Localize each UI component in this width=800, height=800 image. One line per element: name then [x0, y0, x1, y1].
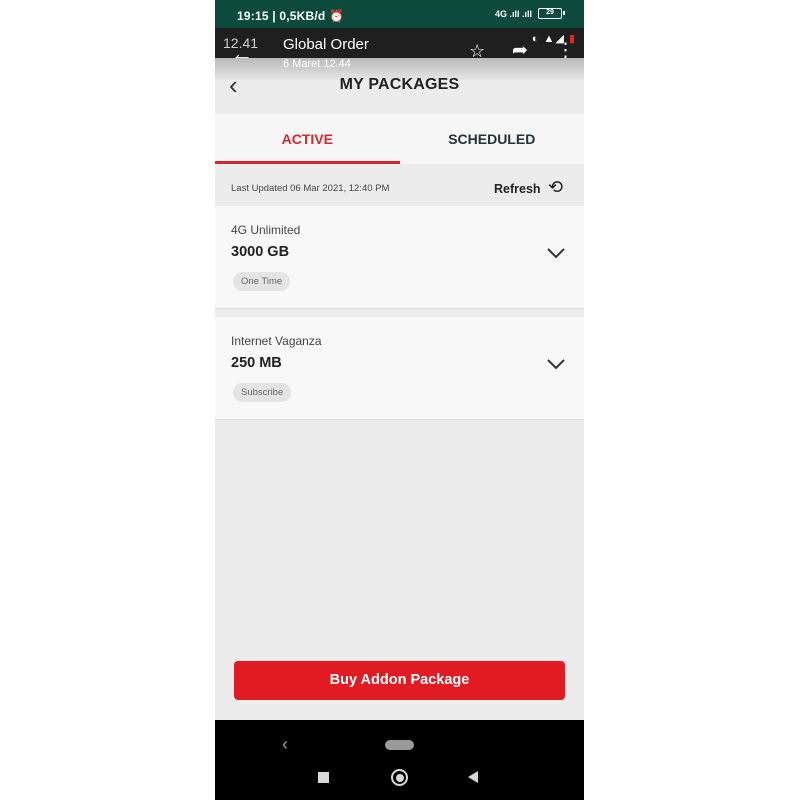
tab-bar: ACTIVE SCHEDULED: [215, 114, 584, 164]
alarm-icon: ⏰: [328, 9, 345, 23]
status-bar: 19:15 | 0,5KB/d ⏰ 4G .ıll .ıll 29: [215, 0, 584, 28]
tab-active[interactable]: ACTIVE: [215, 114, 400, 164]
gesture-pill[interactable]: [385, 740, 414, 750]
update-row: Last Updated 06 Mar 2021, 12:40 PM Refre…: [215, 164, 584, 206]
status-time: 19:15 | 0,5KB/d ⏰: [237, 9, 345, 23]
package-size: 3000 GB: [231, 244, 290, 260]
package-badge: Subscribe: [233, 383, 292, 402]
tab-scheduled[interactable]: SCHEDULED: [400, 114, 585, 164]
chevron-down-icon[interactable]: [546, 357, 566, 371]
system-nav-bar: ‹: [215, 720, 584, 800]
package-card[interactable]: 4G Unlimited 3000 GB One Time: [215, 206, 584, 309]
chevron-down-icon[interactable]: [546, 246, 566, 260]
package-name: 4G Unlimited: [231, 223, 301, 237]
package-name: Internet Vaganza: [231, 334, 322, 348]
app-header: ‹ MY PACKAGES: [215, 58, 584, 114]
package-badge: One Time: [233, 272, 291, 291]
refresh-button[interactable]: Refresh: [494, 182, 541, 196]
page-title: MY PACKAGES: [339, 76, 460, 93]
package-card[interactable]: Internet Vaganza 250 MB Subscribe: [215, 317, 584, 420]
gesture-back-icon[interactable]: ‹: [282, 734, 288, 755]
battery-icon: 29: [538, 8, 565, 19]
notification-status-icons: ◐ ▲◢ ▮: [531, 33, 576, 45]
last-updated-text: Last Updated 06 Mar 2021, 12:40 PM: [231, 183, 390, 194]
home-icon[interactable]: [391, 769, 408, 786]
nav-back-icon[interactable]: [468, 771, 478, 783]
buy-addon-button[interactable]: Buy Addon Package: [234, 661, 565, 700]
phone-screen: 19:15 | 0,5KB/d ⏰ 4G .ıll .ıll 29 12.41 …: [215, 0, 584, 800]
refresh-icon[interactable]: ⟲: [548, 177, 563, 198]
signal-icon: 4G .ıll .ıll: [494, 8, 532, 19]
recent-apps-icon[interactable]: [318, 772, 329, 783]
notification-title: Global Order: [283, 36, 369, 53]
notification-banner[interactable]: 12.41 ← Global Order ☆ ➦ ⋮ ◐ ▲◢ ▮: [215, 28, 584, 66]
package-size: 250 MB: [231, 355, 282, 371]
status-right: 4G .ıll .ıll 29: [494, 8, 565, 19]
